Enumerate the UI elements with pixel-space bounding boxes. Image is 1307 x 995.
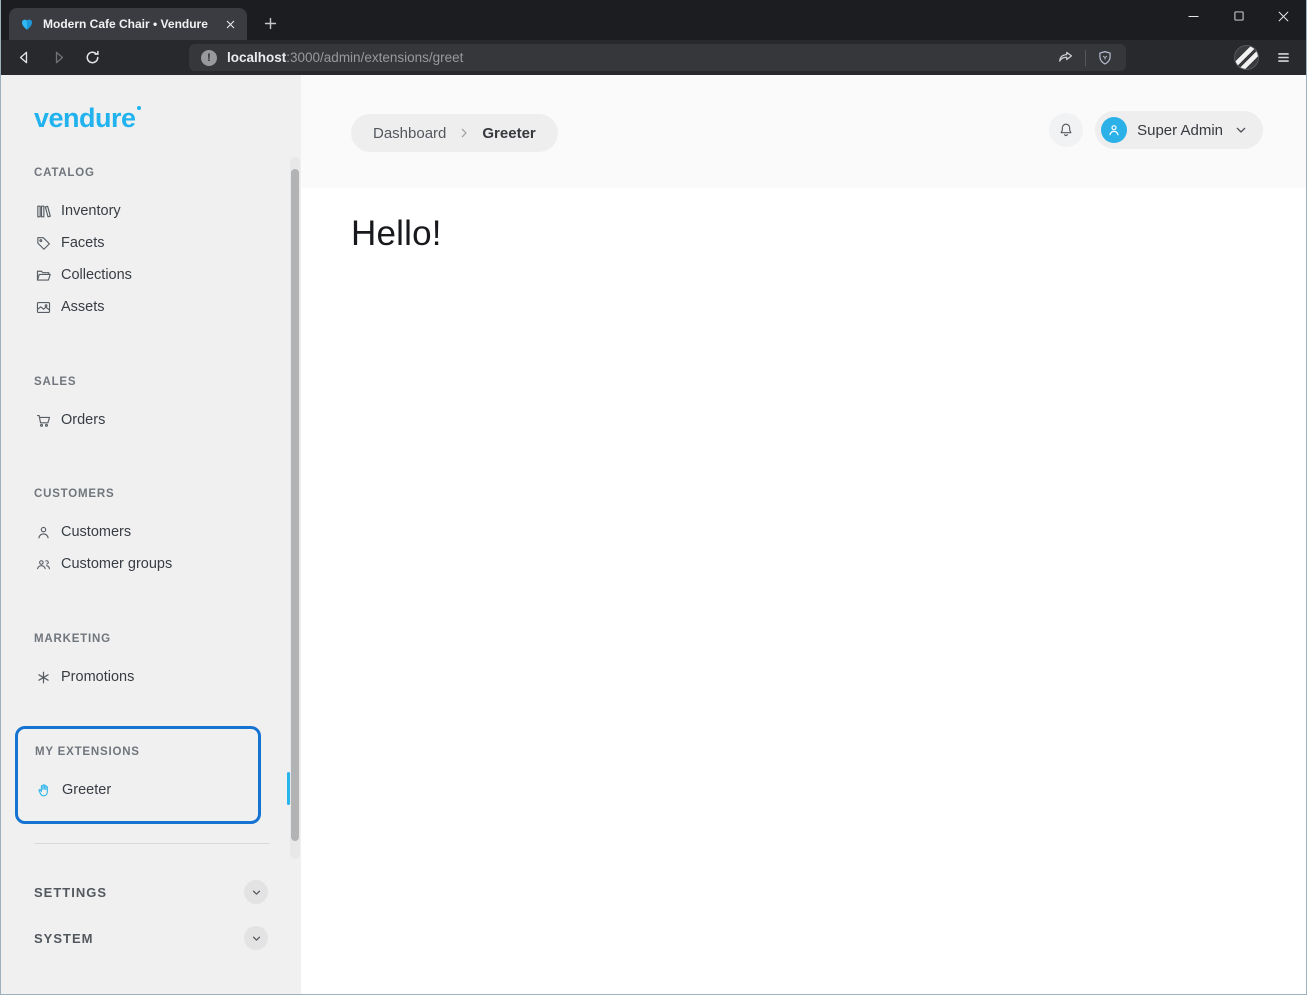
- url-path: :3000/admin/extensions/greet: [286, 50, 464, 65]
- sidebar-item-assets[interactable]: Assets: [1, 291, 301, 323]
- sidebar-item-collections[interactable]: Collections: [1, 259, 301, 291]
- sidebar-item-label: Promotions: [61, 669, 135, 685]
- chevron-down-icon: [1233, 122, 1249, 138]
- cart-icon: [35, 412, 52, 429]
- hand-icon: [36, 782, 53, 799]
- customers-section: CUSTOMERS Customers Customer groups: [1, 486, 301, 580]
- window-controls: [1171, 0, 1306, 32]
- vendure-logo-text: vendure: [34, 103, 136, 133]
- toolbar-separator: [1085, 49, 1086, 66]
- url-text: localhost:3000/admin/extensions/greet: [227, 50, 1046, 65]
- browser-titlebar: Modern Cafe Chair • Vendure: [1, 0, 1306, 40]
- catalog-section: CATALOG Inventory Facets Collections Ass…: [1, 165, 301, 323]
- close-window-button[interactable]: [1261, 0, 1306, 32]
- user-icon: [35, 524, 52, 541]
- sidebar-item-inventory[interactable]: Inventory: [1, 195, 301, 227]
- asterisk-icon: [35, 669, 52, 686]
- tag-icon: [35, 235, 52, 252]
- maximize-button[interactable]: [1216, 0, 1261, 32]
- sidebar-item-label: Customers: [61, 524, 132, 540]
- back-icon[interactable]: [13, 47, 35, 69]
- user-avatar-icon: [1101, 117, 1128, 143]
- breadcrumb: Dashboard Greeter: [351, 114, 558, 152]
- sidebar-item-customers[interactable]: Customers: [1, 516, 301, 548]
- tab-close-icon[interactable]: [221, 15, 239, 33]
- brave-shield-icon[interactable]: [1096, 49, 1114, 67]
- user-name: Super Admin: [1137, 121, 1223, 139]
- sidebar-section-system[interactable]: SYSTEM: [1, 921, 301, 955]
- section-header-sales: SALES: [34, 376, 77, 388]
- chevron-down-icon[interactable]: [244, 880, 268, 904]
- browser-tab[interactable]: Modern Cafe Chair • Vendure: [9, 8, 247, 40]
- settings-label: SETTINGS: [34, 884, 108, 900]
- breadcrumb-dashboard-link[interactable]: Dashboard: [373, 125, 446, 142]
- page-header: Dashboard Greeter Super Admin: [301, 75, 1306, 188]
- vendure-favicon-icon: [19, 16, 35, 32]
- reload-icon[interactable]: [81, 47, 103, 69]
- breadcrumb-current[interactable]: Greeter: [482, 125, 535, 142]
- main-area: Dashboard Greeter Super Admin Hello!: [301, 75, 1306, 994]
- sidebar-divider: [34, 843, 270, 844]
- vendure-logo[interactable]: vendure: [34, 103, 141, 134]
- sidebar-scrollbar-thumb[interactable]: [291, 169, 299, 841]
- chevron-down-icon[interactable]: [244, 926, 268, 950]
- sidebar-item-orders[interactable]: Orders: [1, 404, 301, 436]
- profile-avatar[interactable]: [1234, 45, 1259, 70]
- notifications-button[interactable]: [1049, 113, 1084, 147]
- sidebar-item-label: Inventory: [61, 203, 121, 219]
- site-info-icon[interactable]: !: [201, 49, 217, 66]
- chevron-right-icon: [456, 125, 472, 141]
- section-header-my-extensions: MY EXTENSIONS: [35, 746, 140, 758]
- sidebar-item-promotions[interactable]: Promotions: [1, 661, 301, 693]
- sales-section: SALES Orders: [1, 374, 301, 436]
- url-host: localhost: [227, 50, 287, 65]
- url-bar[interactable]: ! localhost:3000/admin/extensions/greet: [189, 44, 1126, 71]
- page-content: Hello!: [301, 188, 1306, 994]
- users-icon: [35, 556, 52, 573]
- system-label: SYSTEM: [34, 930, 94, 946]
- sidebar-item-greeter[interactable]: Greeter: [18, 774, 258, 806]
- menu-icon[interactable]: [1275, 49, 1292, 66]
- sidebar-item-customer-groups[interactable]: Customer groups: [1, 548, 301, 580]
- sidebar-item-label: Collections: [61, 267, 132, 283]
- section-header-marketing: MARKETING: [34, 633, 111, 645]
- marketing-section: MARKETING Promotions: [1, 631, 301, 693]
- greeting-heading: Hello!: [351, 214, 442, 253]
- tab-title: Modern Cafe Chair • Vendure: [43, 17, 208, 31]
- sidebar: vendure CATALOG Inventory Facets Collect…: [1, 75, 301, 994]
- sidebar-item-label: Customer groups: [61, 556, 173, 572]
- sidebar-item-label: Orders: [61, 412, 106, 428]
- folder-icon: [35, 267, 52, 284]
- share-icon[interactable]: [1056, 48, 1075, 67]
- new-tab-button[interactable]: [257, 10, 283, 36]
- section-header-catalog: CATALOG: [34, 167, 95, 179]
- sidebar-scrollbar: [290, 157, 300, 859]
- forward-icon[interactable]: [47, 47, 69, 69]
- sidebar-item-facets[interactable]: Facets: [1, 227, 301, 259]
- sidebar-item-label: Assets: [61, 299, 105, 315]
- browser-toolbar: ! localhost:3000/admin/extensions/greet: [1, 40, 1306, 75]
- image-icon: [35, 299, 52, 316]
- my-extensions-box: MY EXTENSIONS Greeter: [15, 726, 261, 824]
- section-header-customers: CUSTOMERS: [34, 488, 115, 500]
- logo-trademark-dot: [136, 106, 141, 110]
- user-menu-button[interactable]: Super Admin: [1095, 111, 1263, 149]
- sidebar-item-label: Facets: [61, 235, 105, 251]
- sidebar-section-settings[interactable]: SETTINGS: [1, 875, 301, 909]
- minimize-button[interactable]: [1171, 0, 1216, 32]
- browser-window: Modern Cafe Chair • Vendure ! localhost:…: [0, 0, 1307, 995]
- bell-icon: [1057, 121, 1075, 139]
- inventory-icon: [35, 203, 52, 220]
- sidebar-item-label: Greeter: [62, 782, 112, 798]
